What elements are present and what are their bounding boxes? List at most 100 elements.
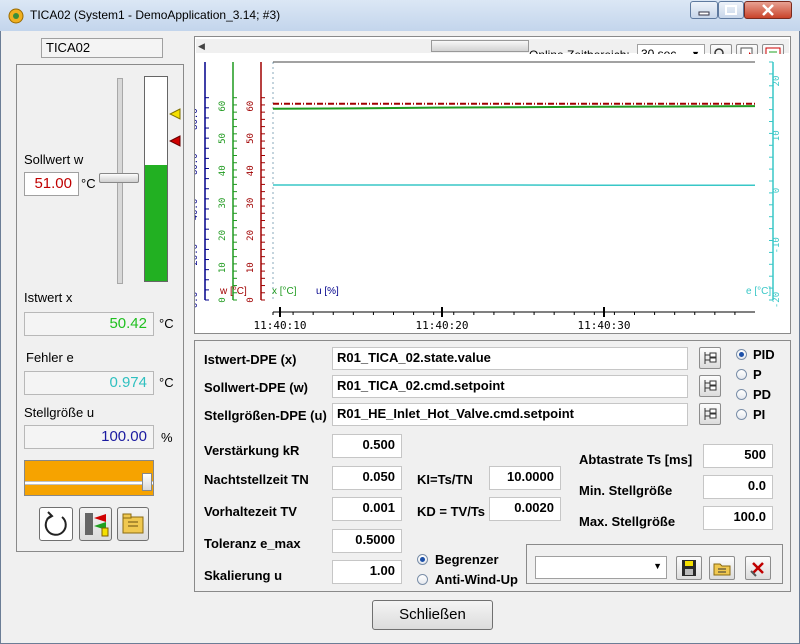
mode-radio-pid[interactable] <box>736 349 747 360</box>
stellgroesse-unit: % <box>161 430 173 445</box>
mode-label-pid: PID <box>753 347 775 362</box>
stell-dpe-input[interactable]: R01_HE_Inlet_Hot_Valve.cmd.setpoint <box>332 403 688 426</box>
stell-dpe-label: Stellgrößen-DPE (u) <box>204 408 327 423</box>
minimize-button[interactable] <box>690 1 718 19</box>
actual-marker-icon <box>168 135 181 150</box>
emax-input[interactable]: 0.5000 <box>332 529 402 553</box>
kd-label: KD = TV/Ts <box>417 504 486 519</box>
fehler-unit: °C <box>159 375 174 390</box>
browse-istwert-dpe-button[interactable] <box>699 347 721 369</box>
skal-input[interactable]: 1.00 <box>332 560 402 584</box>
load-preset-button[interactable] <box>709 556 735 580</box>
istwert-unit: °C <box>159 316 174 331</box>
sollwert-slider-thumb[interactable] <box>99 173 139 183</box>
istwert-dpe-input[interactable]: R01_TICA_02.state.value <box>332 347 688 370</box>
kr-input[interactable]: 0.500 <box>332 434 402 458</box>
limiter-radio-begrenzer[interactable] <box>417 554 428 565</box>
open-faceplate-button[interactable] <box>117 507 149 541</box>
axis-x-tick-label: 20 <box>218 230 228 241</box>
browse-sollwert-dpe-button[interactable] <box>699 375 721 397</box>
tree-browse-icon <box>704 408 717 420</box>
axis-x-tick-label: 0 <box>218 297 228 302</box>
limiter-label-begrenzer: Begrenzer <box>435 552 499 567</box>
tag-display: TICA02 <box>41 38 163 58</box>
browse-stell-dpe-button[interactable] <box>699 403 721 425</box>
app-icon <box>8 8 24 24</box>
tn-label: Nachtstellzeit TN <box>204 472 309 487</box>
limiter-radio-antiwindup[interactable] <box>417 574 428 585</box>
save-icon <box>682 560 696 576</box>
axis-e-tick-label: 20 <box>772 76 782 87</box>
axis-w-tick-label: 50 <box>246 133 256 144</box>
stellgroesse-label: Stellgröße u <box>24 405 95 420</box>
fehler-label: Fehler e <box>26 350 74 365</box>
tree-browse-icon <box>704 352 717 364</box>
preset-select[interactable]: ▼ <box>535 556 667 579</box>
refresh-icon <box>44 511 67 536</box>
sollwert-dpe-label: Sollwert-DPE (w) <box>204 380 309 395</box>
axis-w-tick-label: 10 <box>246 262 256 273</box>
mode-radio-pi[interactable] <box>736 409 747 420</box>
max-input[interactable]: 100.0 <box>703 506 773 530</box>
axis-w-tick-label: 20 <box>246 230 256 241</box>
valve-icon <box>85 513 109 537</box>
axis-u-tick-label: 20.0 <box>195 244 200 266</box>
axis-w-tick-label: 60 <box>246 101 256 112</box>
time-tick-label: 11:40:20 <box>416 319 469 332</box>
close-window-button[interactable] <box>744 1 792 19</box>
axis-e-tick-label: 0 <box>772 188 782 193</box>
axis-u-tick-label: 0.0 <box>195 292 200 308</box>
trend-settings-button[interactable] <box>79 507 112 541</box>
chevron-down-icon: ▼ <box>653 561 662 571</box>
axis-x-tick-label: 40 <box>218 165 228 176</box>
mode-label-p: P <box>753 367 762 382</box>
axis-x-tick-label: 60 <box>218 101 228 112</box>
istwert-dpe-label: Istwert-DPE (x) <box>204 352 297 367</box>
delete-preset-button[interactable] <box>745 556 771 580</box>
axis-u-tick-label: 60.0 <box>195 153 200 175</box>
axis-w-tick-label: 30 <box>246 198 256 209</box>
time-tick-label: 11:40:30 <box>578 319 631 332</box>
min-input[interactable]: 0.0 <box>703 475 773 499</box>
tn-input[interactable]: 0.050 <box>332 466 402 490</box>
max-label: Max. Stellgröße <box>579 514 676 529</box>
axis-e-tick-label: -10 <box>772 237 782 253</box>
axis-x-tick-label: 50 <box>218 133 228 144</box>
axis-e-tick-label: 10 <box>772 130 782 141</box>
maximize-button[interactable] <box>718 1 744 19</box>
sollwert-label: Sollwert w <box>24 152 84 167</box>
output-bar-fill <box>25 461 153 495</box>
level-bar-fill <box>145 165 167 281</box>
tree-browse-icon <box>704 380 717 392</box>
min-label: Min. Stellgröße <box>579 483 673 498</box>
sollwert-dpe-input[interactable]: R01_TICA_02.cmd.setpoint <box>332 375 688 398</box>
output-bar-track <box>25 481 153 485</box>
sollwert-input[interactable]: 51.00 <box>24 172 79 196</box>
kr-label: Verstärkung kR <box>204 443 300 458</box>
axis-label-w: w [°C] <box>220 286 247 297</box>
fehler-display: 0.974 <box>24 371 154 395</box>
ts-input[interactable]: 500 <box>703 444 773 468</box>
close-button[interactable]: Schließen <box>372 600 493 630</box>
tv-input[interactable]: 0.001 <box>332 497 402 521</box>
axis-w-tick-label: 0 <box>246 297 256 302</box>
trend-scroll-thumb[interactable] <box>431 40 529 52</box>
mode-radio-p[interactable] <box>736 369 747 380</box>
skal-label: Skalierung u <box>204 568 283 583</box>
axis-label-e: e [°C] <box>746 286 772 297</box>
sollwert-unit: °C <box>81 176 96 191</box>
mode-label-pi: PI <box>753 407 766 422</box>
scroll-left-icon[interactable]: ◀ <box>198 41 205 52</box>
mode-radio-pd[interactable] <box>736 389 747 400</box>
delete-icon <box>750 562 764 577</box>
folder-icon <box>122 513 144 534</box>
window-title: TICA02 (System1 - DemoApplication_3.14; … <box>30 8 281 22</box>
axis-w-tick-label: 40 <box>246 165 256 176</box>
ki-display: 10.0000 <box>489 466 561 490</box>
axis-e-tick-label: -20 <box>772 292 782 308</box>
save-preset-button[interactable] <box>676 556 702 580</box>
axis-x-tick-label: 30 <box>218 198 228 209</box>
axis-label-x: x [°C] <box>272 286 297 297</box>
tv-label: Vorhaltezeit TV <box>204 504 297 519</box>
refresh-button[interactable] <box>39 507 73 541</box>
